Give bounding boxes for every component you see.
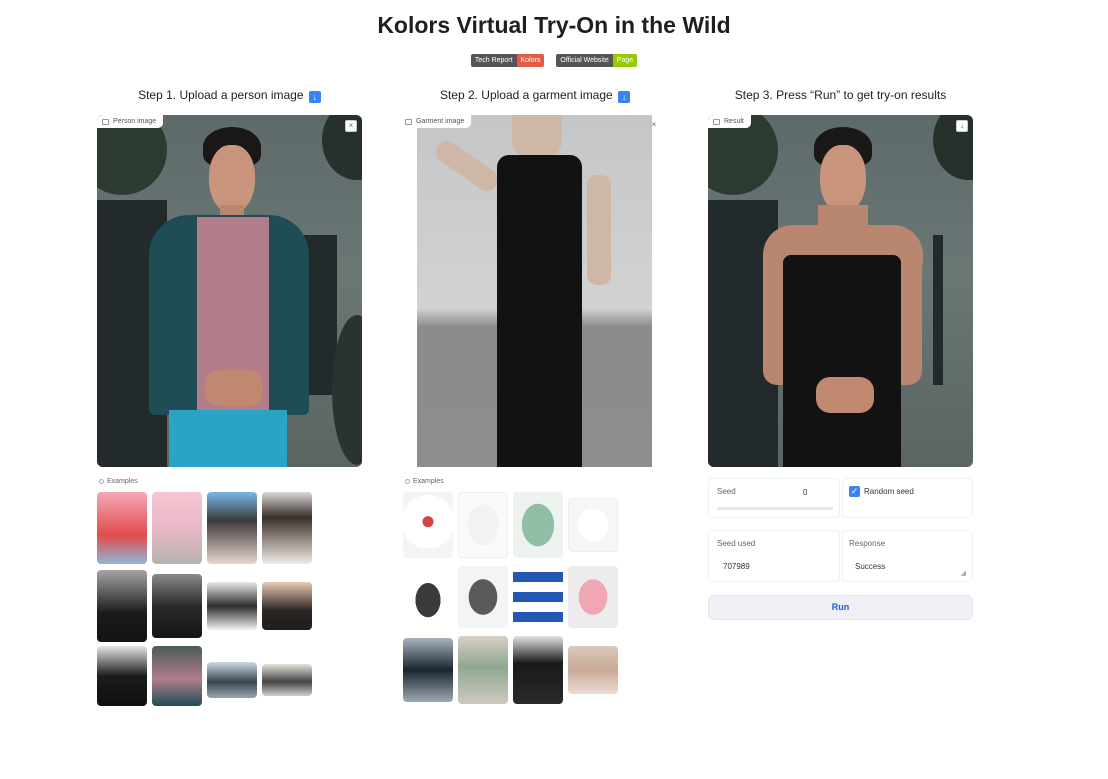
close-icon[interactable]: × xyxy=(648,120,660,132)
image-icon xyxy=(405,118,412,125)
person-example-thumb[interactable] xyxy=(97,646,147,706)
seed-control: Seed 0 xyxy=(708,478,840,518)
person-face xyxy=(820,145,866,213)
garment-example-thumb[interactable] xyxy=(403,566,453,628)
down-arrow-icon: ↓ xyxy=(618,91,631,103)
garment-example-thumb[interactable] xyxy=(458,636,508,704)
garment-examples-label-text: Examples xyxy=(413,478,444,485)
examples-icon xyxy=(99,479,104,484)
seed-label: Seed xyxy=(717,487,736,496)
person-hands xyxy=(205,370,263,406)
person-image-upload[interactable]: Person image × xyxy=(97,115,362,467)
badge-left-label: Official Website xyxy=(556,54,613,67)
model-neck xyxy=(512,115,562,160)
black-dress xyxy=(497,155,582,467)
image-icon xyxy=(713,118,720,125)
person-image-label-text: Person image xyxy=(113,118,157,125)
person-examples-label: Examples xyxy=(99,478,138,485)
garment-example-thumb[interactable] xyxy=(513,492,563,558)
person-example-thumb[interactable] xyxy=(97,492,147,564)
resize-handle-icon[interactable]: ◢ xyxy=(961,569,966,577)
step3-heading: Step 3. Press “Run” to get try-on result… xyxy=(734,88,947,102)
result-label-text: Result xyxy=(724,118,744,125)
response-value: Success xyxy=(855,562,886,571)
garment-examples-label: Examples xyxy=(405,478,444,485)
random-seed-control: ✓ Random seed xyxy=(842,478,973,518)
garment-example-thumb[interactable] xyxy=(568,498,618,552)
random-seed-checkbox[interactable]: ✓ xyxy=(849,486,860,497)
person-example-thumb[interactable] xyxy=(207,662,257,698)
model-arm xyxy=(432,136,502,196)
garment-example-thumb[interactable] xyxy=(458,566,508,628)
model-arm xyxy=(587,175,611,285)
step1-heading: Step 1. Upload a person image ↓ xyxy=(97,88,362,103)
seed-used-box: Seed used 707989 xyxy=(708,530,840,582)
garment-example-thumb[interactable] xyxy=(568,646,618,694)
badge-right-label: Kolors xyxy=(516,54,545,67)
step2-text: Step 2. Upload a garment image xyxy=(439,88,613,102)
seed-used-label: Seed used xyxy=(717,539,756,548)
black-dress xyxy=(783,255,901,467)
close-icon[interactable]: × xyxy=(345,120,357,132)
result-image: Result ↓ xyxy=(708,115,973,467)
person-example-thumb[interactable] xyxy=(152,492,202,564)
step1-text: Step 1. Upload a person image xyxy=(138,88,304,102)
garment-image-label-text: Garment image xyxy=(416,118,465,125)
garment-example-thumb[interactable] xyxy=(403,492,453,558)
garment-example-thumb[interactable] xyxy=(568,566,618,628)
result-label: Result xyxy=(708,115,751,128)
person-example-thumb[interactable] xyxy=(97,570,147,642)
person-example-thumb[interactable] xyxy=(207,582,257,630)
seed-used-value: 707989 xyxy=(723,562,750,571)
random-seed-label: Random seed xyxy=(864,487,914,496)
background-frame xyxy=(933,235,943,385)
download-icon[interactable]: ↓ xyxy=(956,120,968,132)
tech-report-badge[interactable]: Tech Report Kolors xyxy=(470,54,545,67)
badge-left-label: Tech Report xyxy=(470,54,517,67)
official-website-badge[interactable]: Official Website Page xyxy=(556,54,638,67)
person-example-thumb[interactable] xyxy=(152,574,202,638)
garment-image-upload[interactable]: Garment image × xyxy=(400,115,665,467)
badge-right-label: Page xyxy=(612,54,638,67)
seed-value[interactable]: 0 xyxy=(803,488,807,497)
image-icon xyxy=(102,118,109,125)
person-example-thumb[interactable] xyxy=(262,664,312,696)
badge-row: Tech Report Kolors Official Website Page xyxy=(0,54,1108,67)
garment-example-thumb[interactable] xyxy=(513,562,563,628)
garment-example-thumb[interactable] xyxy=(458,492,508,558)
person-example-thumb[interactable] xyxy=(207,492,257,564)
examples-icon xyxy=(405,479,410,484)
garment-photo xyxy=(417,115,652,467)
response-label: Response xyxy=(849,539,886,548)
step2-heading: Step 2. Upload a garment image ↓ xyxy=(400,88,670,103)
run-button[interactable]: Run xyxy=(708,595,973,620)
garment-image-label: Garment image xyxy=(400,115,472,128)
person-example-thumb[interactable] xyxy=(262,492,312,564)
garment-example-thumb[interactable] xyxy=(403,638,453,702)
person-jeans xyxy=(169,410,287,467)
down-arrow-icon: ↓ xyxy=(308,91,321,103)
response-box: Response Success ◢ xyxy=(842,530,973,582)
person-examples-label-text: Examples xyxy=(107,478,138,485)
page-title: Kolors Virtual Try-On in the Wild xyxy=(377,12,731,38)
garment-example-thumb[interactable] xyxy=(513,636,563,704)
seed-slider[interactable] xyxy=(717,507,833,510)
person-example-thumb[interactable] xyxy=(152,646,202,706)
person-image-label: Person image xyxy=(97,115,164,128)
person-hands xyxy=(816,377,874,413)
person-face xyxy=(209,145,255,213)
person-example-thumb[interactable] xyxy=(262,582,312,630)
